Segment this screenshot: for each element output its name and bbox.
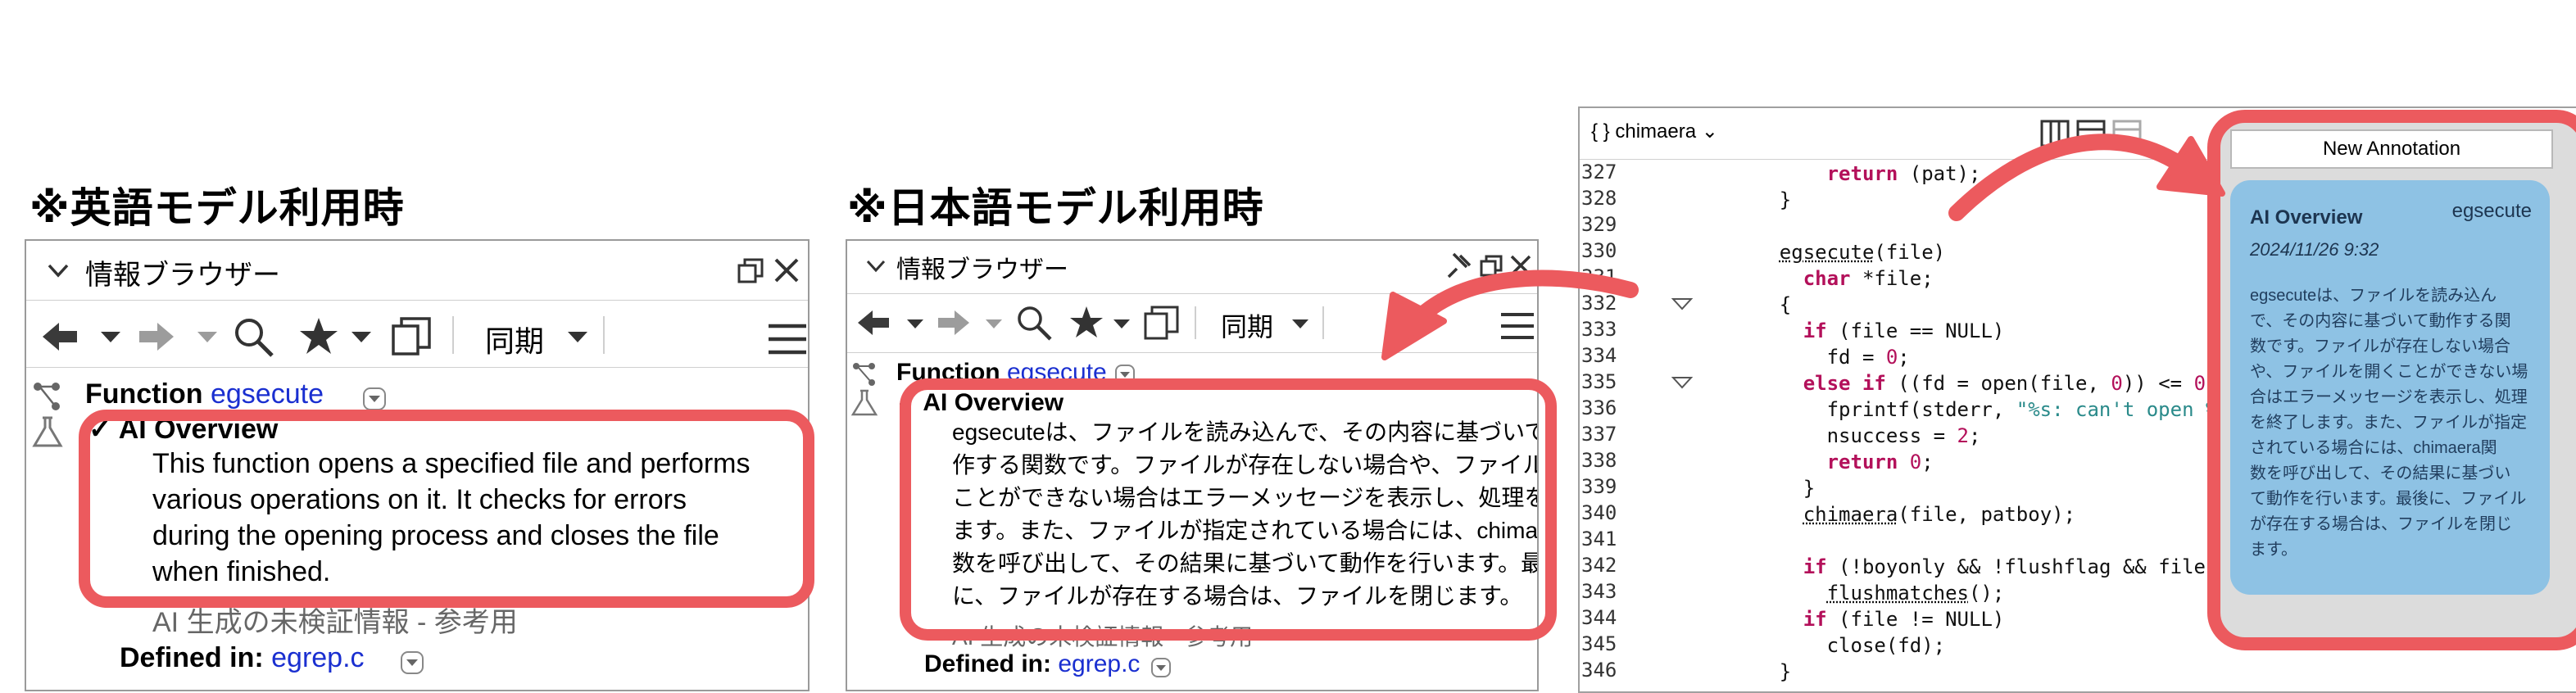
annotation-arrows (1381, 134, 2225, 360)
arrow-to-annotation-panel (1948, 134, 2188, 221)
